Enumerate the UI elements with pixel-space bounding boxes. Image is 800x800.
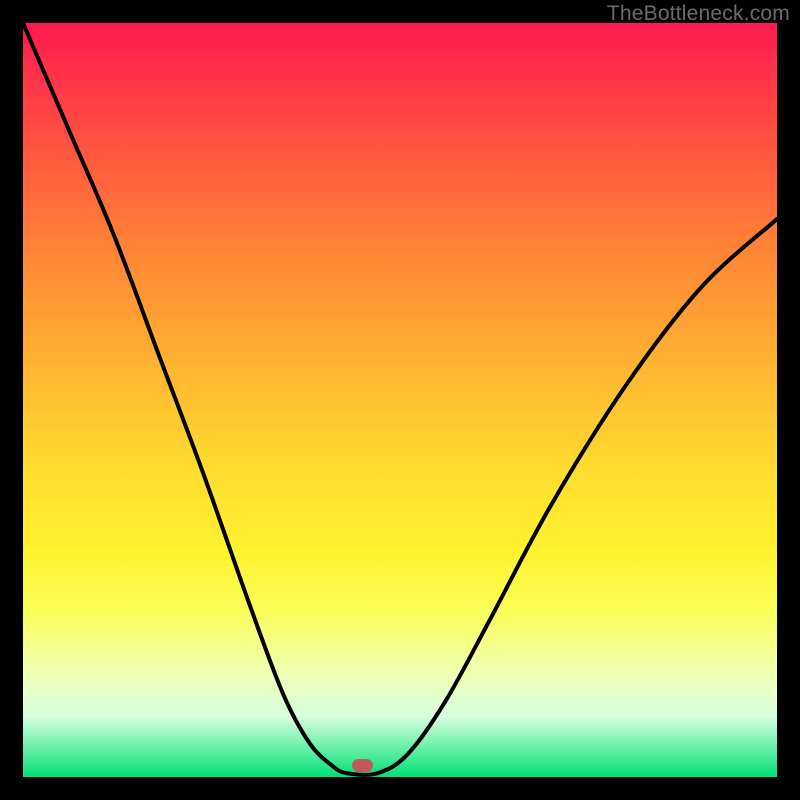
- optimum-marker: [352, 759, 373, 772]
- bottleneck-curve: [23, 23, 777, 777]
- watermark-text: TheBottleneck.com: [607, 2, 790, 26]
